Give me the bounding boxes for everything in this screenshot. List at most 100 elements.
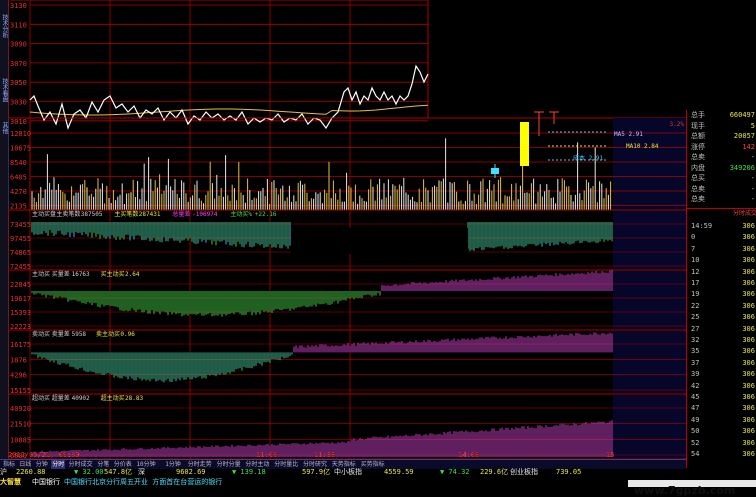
- tick-row[interactable]: 10 306: [687, 254, 756, 266]
- tick-price: 306: [742, 393, 755, 401]
- quote-row: 现手 5: [687, 121, 756, 132]
- indicator-legend-item: 卖量差: [52, 330, 70, 338]
- tab-other[interactable]: 其他: [0, 118, 8, 138]
- tick-row[interactable]: 32 306: [687, 334, 756, 346]
- tick-time: 37: [691, 358, 700, 367]
- tick-row[interactable]: 54 306: [687, 448, 756, 460]
- tick-row[interactable]: 14:59 306: [687, 220, 756, 232]
- indicator-axis-label: 40920: [10, 405, 31, 413]
- indicator-legend-item: 主动买%: [230, 210, 252, 218]
- indicator-legend-item: 卖动买: [32, 330, 50, 338]
- indicator-legend-item: 总量差: [172, 210, 190, 218]
- indicator-legend-item: 5958: [72, 331, 87, 338]
- tick-price: 306: [742, 370, 755, 379]
- chart-svg[interactable]: 3130 3110 3090 3070 3050 3030 3010 12810 10675 8…: [8, 0, 686, 468]
- tick-row[interactable]: 0 306: [687, 231, 756, 243]
- tick-row[interactable]: 42 306: [687, 380, 756, 392]
- tick-row[interactable]: 35 306: [687, 345, 756, 357]
- volume-axis-label: 2135: [10, 203, 27, 211]
- quote-key: 现手: [691, 121, 705, 130]
- tick-price: 306: [742, 313, 755, 322]
- tick-time: 0: [691, 233, 696, 242]
- tick-row[interactable]: 52 306: [687, 437, 756, 449]
- tick-price: 306: [742, 222, 755, 230]
- indicator-axis-label: 4296: [10, 372, 27, 380]
- indicator-right-shade: [613, 271, 686, 329]
- index-idx3-chg: ▼ 74.32: [440, 468, 470, 476]
- tick-row[interactable]: 17 306: [687, 277, 756, 289]
- tick-row[interactable]: 12 306: [687, 266, 756, 278]
- index-idx4-name[interactable]: 创业板指: [510, 468, 538, 477]
- quote-value: 349206: [729, 163, 755, 172]
- indicator-legend-item: -106974: [192, 211, 218, 218]
- indicator-legend-item: 超主动买: [101, 394, 125, 402]
- tick-row[interactable]: 7 306: [687, 243, 756, 255]
- tick-time: 39: [691, 370, 700, 379]
- tick-time: 54: [691, 450, 700, 458]
- index-idx2-amt: 597.9亿: [302, 468, 331, 476]
- tick-row[interactable]: 25 306: [687, 311, 756, 323]
- tick-row[interactable]: 50 306: [687, 425, 756, 437]
- tab-technical-analysis[interactable]: 技术分析: [0, 6, 8, 46]
- quote-value: 20057: [733, 132, 755, 140]
- tick-price: 306: [742, 324, 755, 333]
- tick-price: 306: [742, 279, 755, 287]
- tick-row[interactable]: 19 306: [687, 288, 756, 300]
- quote-key: 总买: [691, 174, 705, 182]
- stock-name[interactable]: 中国银行: [32, 478, 60, 487]
- quote-key: 总额: [691, 132, 705, 140]
- quote-row: 总卖 -: [687, 184, 756, 195]
- quote-row: 内盘 349206: [687, 163, 756, 174]
- price-axis-label: 3050: [10, 79, 27, 87]
- time-axis-label: 11:30: [314, 451, 335, 459]
- tick-row[interactable]: 49 306: [687, 414, 756, 426]
- index-idx2-name[interactable]: 深: [138, 468, 145, 477]
- quote-value: -: [750, 174, 755, 182]
- indicator-legend-item: 卖主动买: [96, 330, 120, 338]
- watermark-text: www.7gpzb.com: [634, 484, 736, 497]
- tab-technical-watch[interactable]: 技术看盘: [0, 70, 8, 110]
- time-axis-label: 15: [606, 451, 614, 459]
- tick-time: 49: [691, 415, 700, 424]
- tick-row[interactable]: 22 306: [687, 300, 756, 312]
- tick-time: 42: [691, 381, 700, 390]
- tick-row[interactable]: 39 306: [687, 368, 756, 380]
- time-axis-label: 14:00: [458, 451, 479, 459]
- quote-value: -: [750, 153, 755, 161]
- price-axis-label: 3030: [10, 99, 27, 107]
- tick-time: 14:59: [691, 222, 713, 230]
- tick-price: 306: [742, 415, 755, 424]
- quote-row: 总额 20057: [687, 131, 756, 142]
- annotation-cost: 成本 2.91: [573, 154, 603, 162]
- tick-row[interactable]: 45 306: [687, 391, 756, 403]
- ticks-header: 分时成交: [687, 208, 756, 219]
- tick-row[interactable]: 27 306: [687, 323, 756, 335]
- volume-axis-label: 8540: [10, 159, 27, 167]
- index-idx1-name[interactable]: 沪: [0, 468, 7, 477]
- volume-axis-label: 4270: [10, 188, 27, 196]
- index-idx3-name[interactable]: 中小板指: [334, 468, 362, 477]
- indicator-legend-item: 主买笔数: [114, 210, 138, 218]
- quote-key: 总卖: [691, 184, 705, 193]
- tick-time: 45: [691, 393, 700, 401]
- quote-row: 总手 660497: [687, 110, 756, 121]
- indicator-legend-item: 买主动买: [101, 270, 125, 278]
- volume-axis-label: 6405: [10, 174, 27, 182]
- chart-area[interactable]: 3130 3110 3090 3070 3050 3030 3010 12810 10675 8…: [8, 0, 686, 468]
- indicator-legend-item: 16763: [72, 271, 90, 278]
- tick-price: 306: [742, 256, 755, 265]
- index-strip: 沪 2260.88 ▼ 32.00 547.8亿深 9602.69 ▼ 139.18 597…: [0, 468, 686, 478]
- annotation-ma10: MA10 2.84: [626, 143, 659, 150]
- indicator-legend-item: 0.96: [120, 331, 135, 338]
- price-axis-label: 3110: [10, 21, 27, 29]
- indicator-legend-item: 40902: [72, 395, 90, 402]
- volume-axis-label: 12810: [10, 130, 31, 138]
- tick-row[interactable]: 47 306: [687, 402, 756, 414]
- news-ticker[interactable]: 中国银行北京分行周五开业 方面首在台营运的银行: [64, 478, 222, 487]
- tick-row[interactable]: 37 306: [687, 357, 756, 369]
- quote-row: 总卖 -: [687, 194, 756, 205]
- index-idx1-val: 2260.88: [16, 468, 46, 476]
- annotation-ma5: MA5 2.91: [614, 131, 643, 138]
- indicator-axis-label: 16175: [10, 341, 31, 349]
- tick-time: 52: [691, 438, 700, 447]
